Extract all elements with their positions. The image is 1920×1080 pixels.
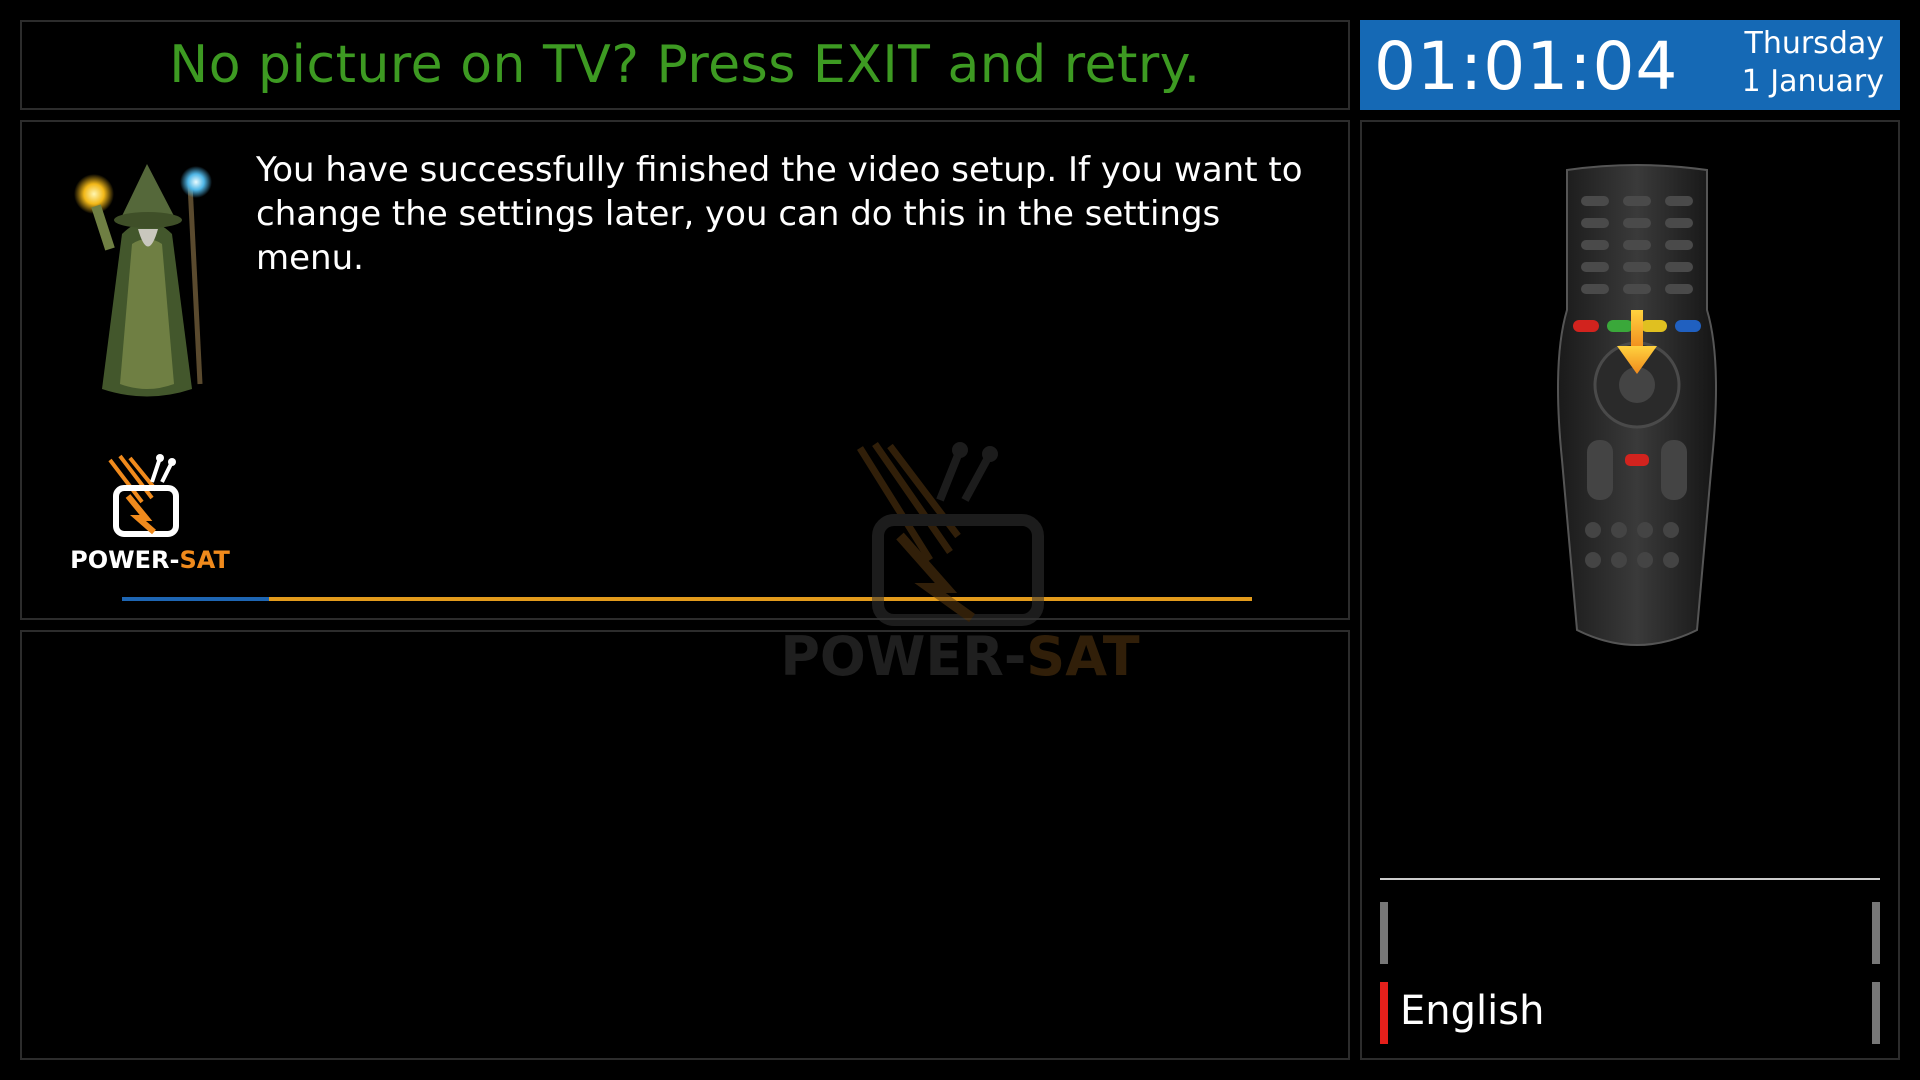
- row-marker-left: [1380, 982, 1388, 1044]
- progress-fill: [122, 597, 269, 601]
- clock-date: 1 January: [1741, 64, 1884, 99]
- header-bar: No picture on TV? Press EXIT and retry.: [20, 20, 1350, 110]
- progress-bar: [122, 597, 1252, 601]
- svg-text:POWER-SAT: POWER-SAT: [70, 546, 230, 574]
- power-sat-logo: POWER-SAT: [70, 454, 230, 574]
- right-panel: English: [1360, 120, 1900, 1060]
- language-list-item[interactable]: [1380, 902, 1880, 964]
- wizard-panel: POWER-SAT You have successfully finished…: [20, 120, 1350, 620]
- wizard-message: You have successfully finished the video…: [256, 150, 1303, 278]
- logo-text-white: POWER-: [70, 546, 179, 574]
- remote-control-icon: [1557, 164, 1717, 646]
- row-marker-right: [1872, 902, 1880, 964]
- clock-time: 01:01:04: [1374, 28, 1679, 105]
- row-marker-right: [1872, 982, 1880, 1044]
- info-panel: [20, 630, 1350, 1060]
- header-message: No picture on TV? Press EXIT and retry.: [169, 35, 1201, 95]
- logo-text-accent: SAT: [179, 546, 230, 574]
- language-label: English: [1400, 988, 1545, 1034]
- row-marker-left: [1380, 902, 1388, 964]
- list-divider: [1380, 878, 1880, 880]
- clock-panel: 01:01:04 Thursday 1 January: [1360, 20, 1900, 110]
- wizard-figure-icon: [74, 164, 212, 397]
- language-list-item-selected[interactable]: English: [1380, 982, 1880, 1044]
- clock-day: Thursday: [1744, 26, 1885, 61]
